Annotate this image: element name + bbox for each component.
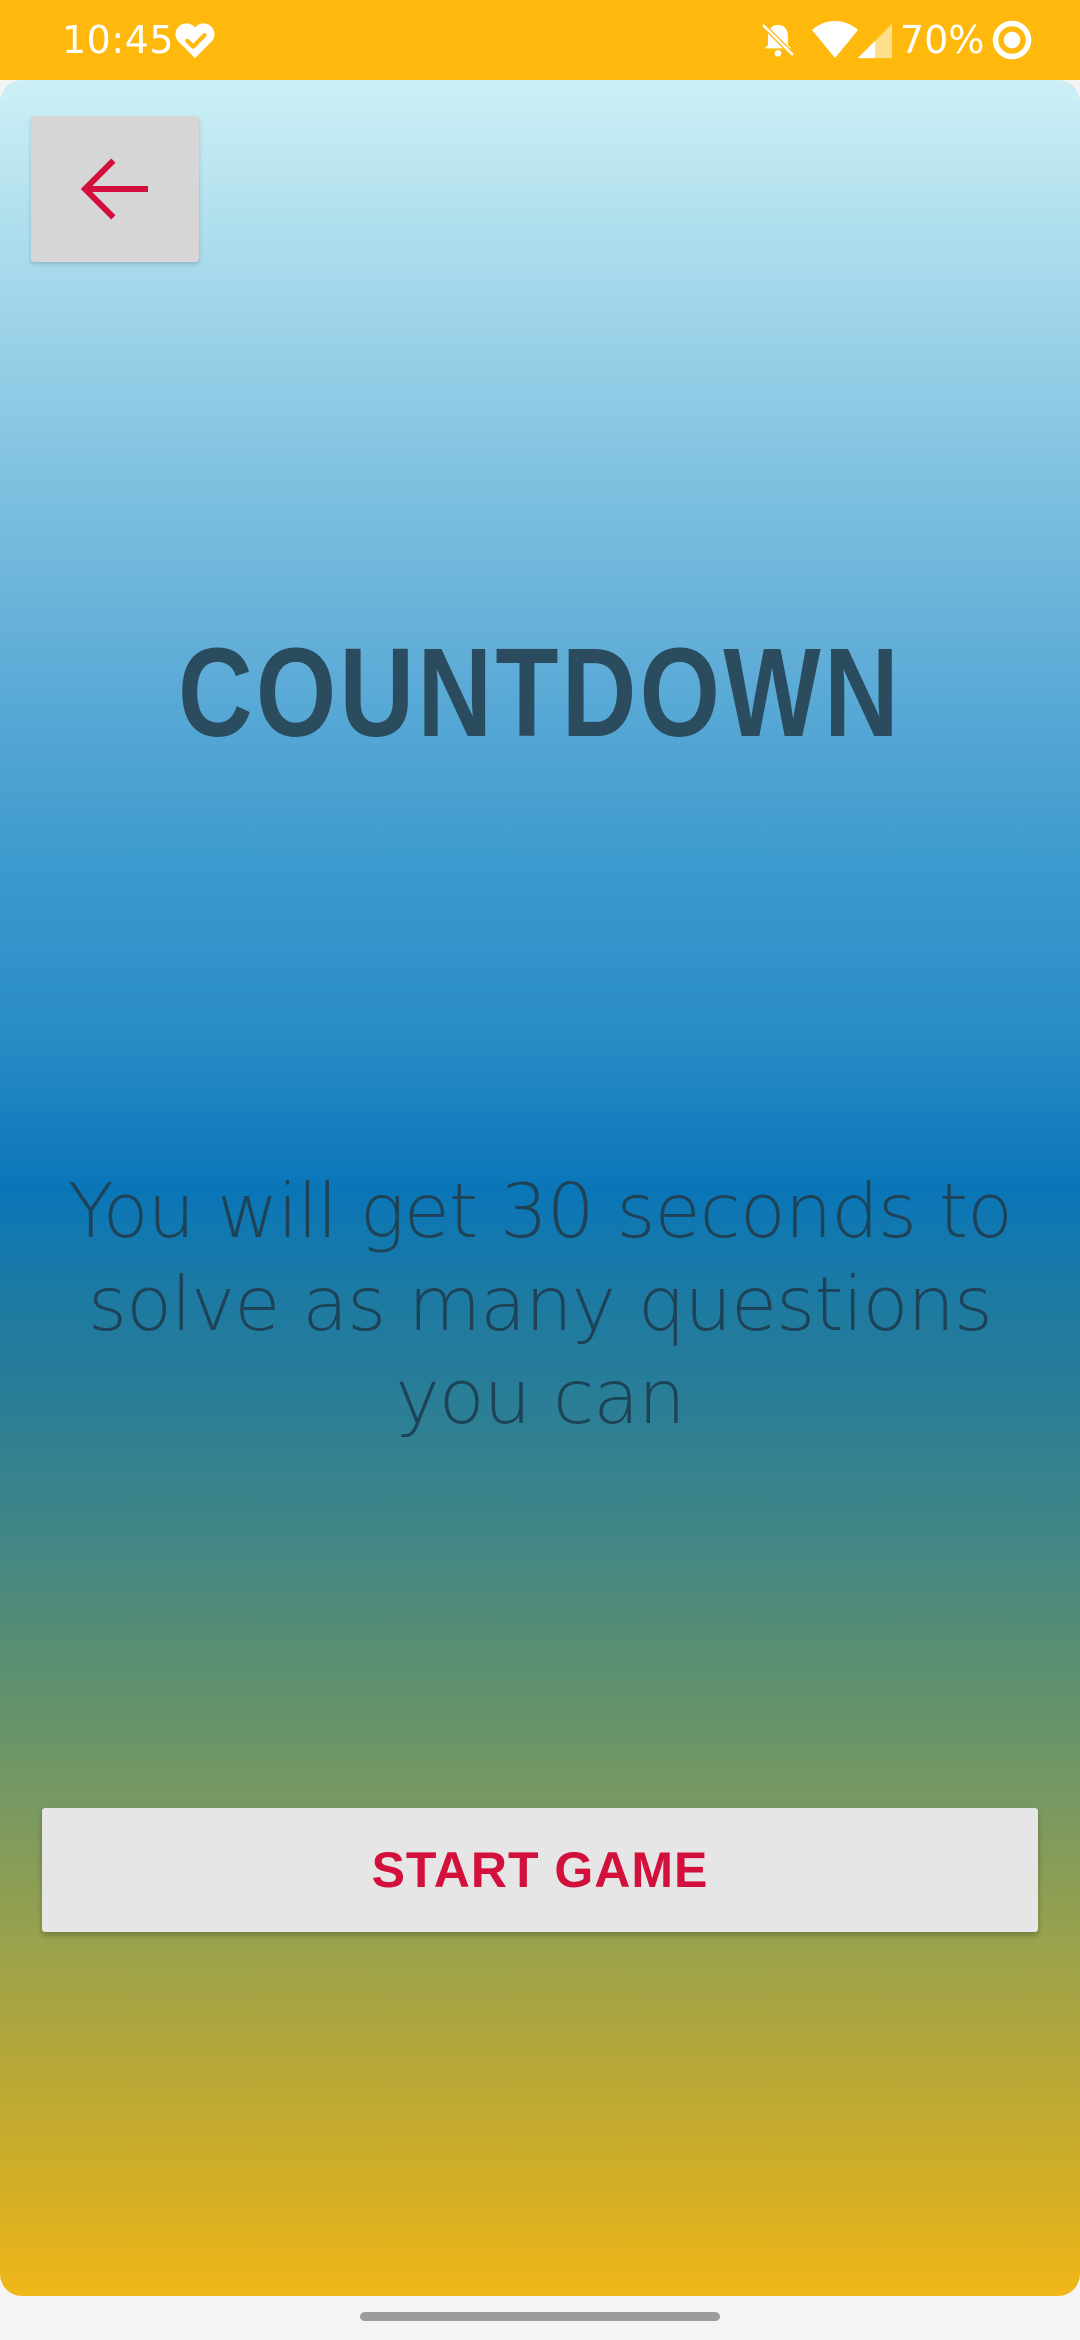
battery-percent: 70% <box>900 18 985 62</box>
wifi-icon <box>812 21 858 58</box>
page-title: COUNTDOWN <box>178 622 902 763</box>
battery-saver-icon <box>992 20 1032 60</box>
status-time: 10:45 <box>62 18 175 62</box>
gesture-nav-handle[interactable] <box>360 2312 720 2321</box>
start-game-button[interactable]: START GAME <box>42 1808 1038 1932</box>
status-bar: 10:45 70% <box>0 0 1080 80</box>
heart-check-icon <box>175 23 215 59</box>
countdown-screen: COUNTDOWN You will get 30 seconds to sol… <box>0 80 1080 2296</box>
back-arrow-icon <box>80 158 148 220</box>
game-description: You will get 30 seconds to solve as many… <box>67 1167 1013 1441</box>
back-button[interactable] <box>31 116 199 262</box>
bell-off-icon <box>761 23 795 57</box>
signal-icon <box>857 23 893 59</box>
start-game-label: START GAME <box>371 1842 709 1898</box>
